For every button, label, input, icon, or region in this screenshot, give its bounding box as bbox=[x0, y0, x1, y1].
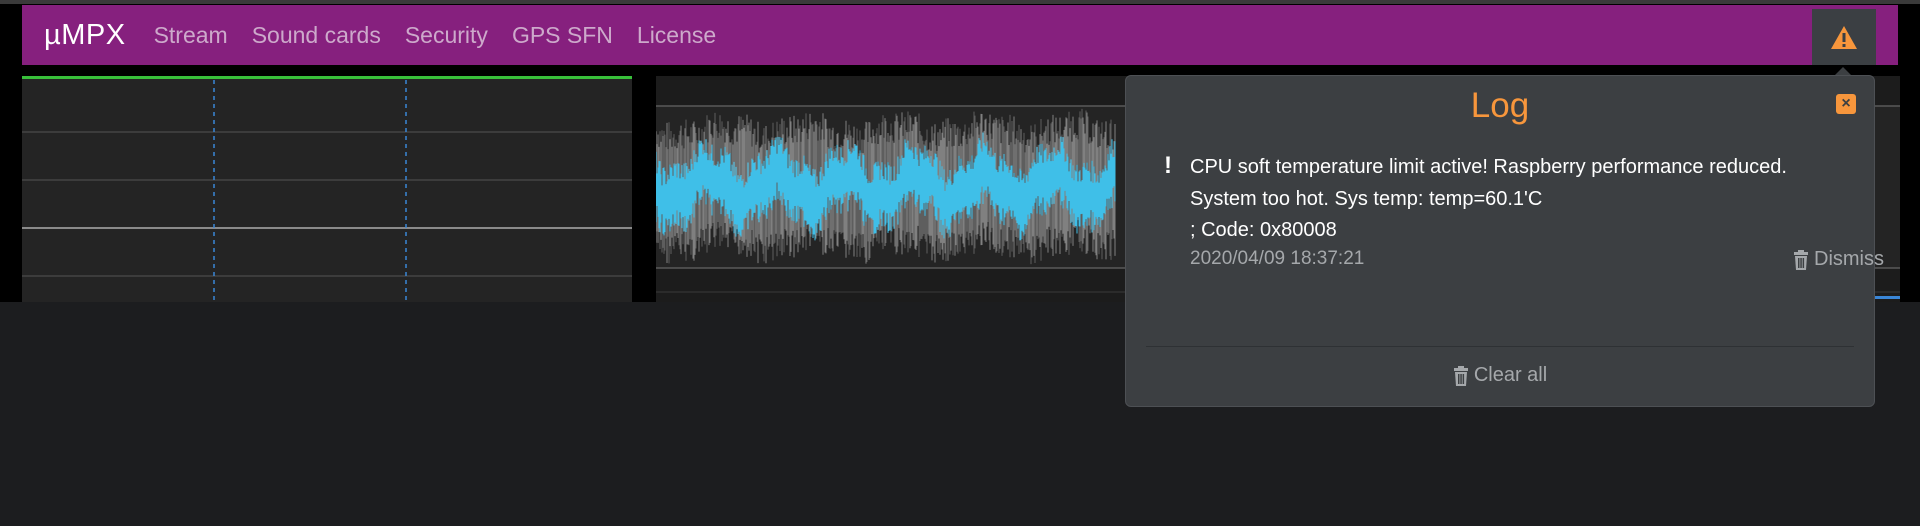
log-popover: Log × ! CPU soft temperature limit activ… bbox=[1125, 75, 1884, 407]
exclamation-icon: ! bbox=[1164, 152, 1172, 179]
nav-security[interactable]: Security bbox=[405, 22, 488, 49]
log-message: CPU soft temperature limit active! Raspb… bbox=[1190, 156, 1787, 241]
brand-logo[interactable]: µMPX bbox=[44, 19, 126, 52]
dismiss-button[interactable]: Dismiss bbox=[1793, 248, 1884, 271]
nav-links: Stream Sound cards Security GPS SFN Lice… bbox=[142, 22, 729, 49]
log-timestamp: 2020/04/09 18:37:21 bbox=[1190, 248, 1365, 269]
close-icon[interactable]: × bbox=[1836, 94, 1856, 114]
log-title: Log bbox=[1470, 86, 1530, 125]
nav-license[interactable]: License bbox=[637, 22, 716, 49]
app-root: µMPX Stream Sound cards Security GPS SFN… bbox=[0, 0, 1920, 526]
warning-triangle-icon bbox=[1831, 25, 1857, 49]
nav-stream[interactable]: Stream bbox=[154, 22, 228, 49]
dismiss-label: Dismiss bbox=[1814, 248, 1884, 270]
nav-gps-sfn[interactable]: GPS SFN bbox=[512, 22, 613, 49]
level-meter-panel bbox=[22, 76, 632, 302]
level-meter-grid bbox=[22, 76, 632, 302]
clear-all-label: Clear all bbox=[1473, 364, 1548, 386]
navbar: µMPX Stream Sound cards Security GPS SFN… bbox=[22, 5, 1898, 65]
clear-all-button[interactable]: Clear all bbox=[1126, 364, 1874, 387]
nav-sound-cards[interactable]: Sound cards bbox=[252, 22, 381, 49]
trash-icon bbox=[1794, 249, 1808, 270]
trash-icon bbox=[1453, 365, 1468, 386]
divider bbox=[1146, 346, 1854, 347]
alerts-button[interactable] bbox=[1812, 9, 1876, 65]
